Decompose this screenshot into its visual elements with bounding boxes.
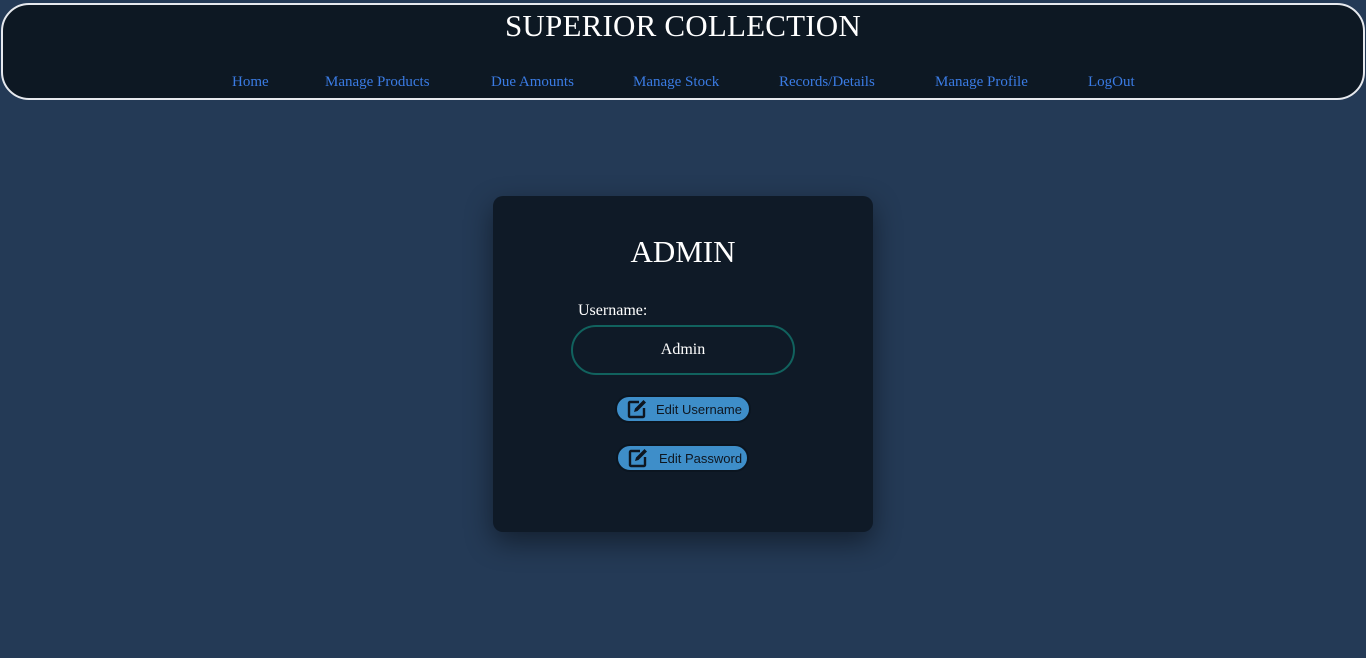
nav-manage-profile[interactable]: Manage Profile (935, 74, 1028, 91)
nav-logout[interactable]: LogOut (1088, 74, 1135, 91)
edit-icon (627, 447, 649, 469)
username-field[interactable] (571, 325, 795, 375)
card-title: ADMIN (630, 234, 736, 269)
main-nav: Home Manage Products Due Amounts Manage … (3, 74, 1363, 94)
edit-username-button[interactable]: Edit Username (615, 395, 751, 423)
nav-manage-products[interactable]: Manage Products (325, 74, 430, 91)
site-header: SUPERIOR COLLECTION Home Manage Products… (1, 3, 1365, 100)
edit-icon (626, 398, 648, 420)
nav-records-details[interactable]: Records/Details (779, 74, 875, 91)
profile-card: ADMIN Username: Edit Username Edit Passw… (493, 196, 873, 532)
edit-username-label: Edit Username (656, 401, 742, 417)
edit-password-button[interactable]: Edit Password (616, 444, 749, 472)
nav-manage-stock[interactable]: Manage Stock (633, 74, 719, 91)
nav-home[interactable]: Home (232, 74, 269, 91)
username-label: Username: (578, 302, 648, 319)
site-title: SUPERIOR COLLECTION (504, 8, 861, 43)
nav-due-amounts[interactable]: Due Amounts (491, 74, 574, 91)
edit-password-label: Edit Password (659, 450, 743, 466)
